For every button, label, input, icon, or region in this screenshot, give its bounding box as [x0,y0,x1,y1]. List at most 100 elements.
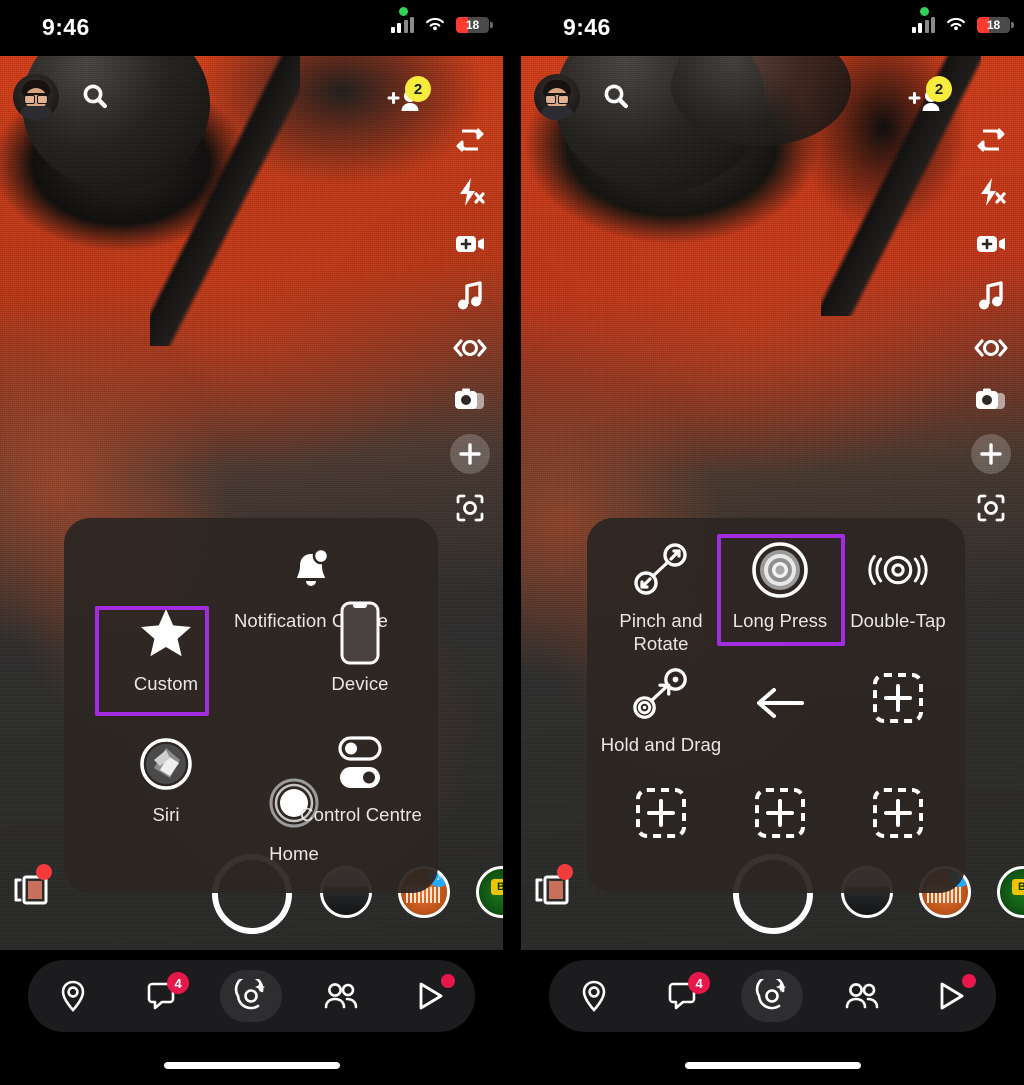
map-pin-icon [61,980,84,1012]
wifi-icon [426,17,444,31]
hold-drag-icon [631,664,691,724]
at-item-long-press[interactable]: Long Press [717,540,843,632]
lens-thumbnail-green[interactable]: B1 [997,866,1024,918]
snapchat-top-bar-right: 2 [521,72,1024,124]
avatar[interactable] [534,74,580,120]
cellular-signal-icon [911,16,935,33]
at-item-siri[interactable]: Siri [106,734,226,826]
status-bar-right: 9:46 18 [521,0,1024,56]
at-item-device[interactable]: Device [300,601,420,695]
bottom-nav-bar: 4 [28,960,475,1032]
at-item-empty-slot-1[interactable] [835,668,961,728]
battery-icon: 18 [977,16,1014,33]
bell-icon [281,540,341,600]
lens-thumbnail-green[interactable]: B1 [476,866,503,918]
at-label-long-press: Long Press [732,610,828,631]
camera-side-rail [437,122,503,526]
at-item-pinch-and-rotate[interactable]: Pinch and Rotate [597,540,725,655]
memories-badge [36,864,52,880]
at-label-home: Home [269,843,319,864]
pinch-rotate-icon [631,540,691,600]
music-icon[interactable] [452,278,488,314]
timer-loop-icon[interactable] [973,330,1009,366]
add-friend-badge: 2 [405,76,431,102]
at-item-empty-slot-2[interactable] [597,783,725,843]
recording-indicator-dot-right [920,7,929,16]
home-indicator [163,1062,340,1069]
camera-side-rail-right [958,122,1024,526]
flash-off-icon[interactable] [452,174,488,210]
double-tap-icon [868,540,928,600]
at-label-pinch-and-rotate: Pinch and Rotate [619,610,703,654]
at-item-custom[interactable]: Custom [106,603,226,695]
avatar[interactable] [13,74,59,120]
at-label-control-centre: Control Centre [300,804,422,825]
at-item-hold-and-drag[interactable]: Hold and Drag [597,664,725,756]
map-pin-icon [582,980,605,1012]
at-item-back[interactable] [717,673,843,742]
search-icon[interactable] [80,82,110,112]
at-label-hold-and-drag: Hold and Drag [600,734,722,755]
scan-icon[interactable] [452,490,488,526]
nav-spotlight-badge [962,974,977,988]
multi-snap-icon[interactable] [452,382,488,418]
camera-viewport-left[interactable]: 2 ♪ Notification Centre Custom Device Si… [0,56,503,950]
at-label-double-tap: Double-Tap [850,610,946,631]
night-video-icon[interactable] [452,226,488,262]
add-dashed-icon [868,668,928,728]
nav-chat[interactable]: 4 [652,970,714,1022]
assistive-touch-main-menu[interactable]: Notification Centre Custom Device Siri H… [64,518,438,893]
iphone-icon [330,601,390,665]
add-friend-badge: 2 [926,76,952,102]
night-video-icon[interactable] [973,226,1009,262]
add-lens-icon[interactable] [450,434,490,474]
bottom-nav-bar-right: 4 [549,960,996,1032]
battery-level-text: 18 [465,17,480,32]
memories-badge [557,864,573,880]
flip-camera-icon[interactable] [973,122,1009,158]
camera-viewport-right[interactable]: 2 Pinch and Rotate Long Press Double-Tap… [521,56,1024,950]
nav-stories[interactable] [831,970,893,1022]
add-dashed-icon [750,783,810,843]
scan-icon[interactable] [973,490,1009,526]
recording-indicator-dot [399,7,408,16]
search-icon[interactable] [601,82,631,112]
nav-spotlight[interactable] [399,970,461,1022]
at-item-empty-slot-4[interactable] [835,783,961,843]
wifi-icon [947,17,965,31]
screenshot-stage: 9:46 18 2 ♪ Notification Centre Custom D… [0,0,1024,1085]
toggle-switches-icon [331,734,391,794]
panel-divider [511,0,513,1085]
assistive-touch-custom-menu[interactable]: Pinch and Rotate Long Press Double-Tap H… [587,518,965,893]
timer-loop-icon[interactable] [452,330,488,366]
nav-camera[interactable] [741,970,804,1022]
bottom-nav-wrap-right: 4 [521,950,1024,1085]
at-label-custom: Custom [133,673,199,694]
friends-icon [324,983,358,1009]
nav-chat[interactable]: 4 [131,970,193,1022]
status-bar-left: 9:46 18 [0,0,503,56]
star-icon [136,603,196,663]
nav-stories[interactable] [310,970,372,1022]
nav-spotlight[interactable] [920,970,982,1022]
friends-icon [845,983,879,1009]
multi-snap-icon[interactable] [973,382,1009,418]
at-label-device: Device [331,673,389,694]
nav-camera[interactable] [220,970,283,1022]
at-label-siri: Siri [152,804,180,825]
camera-lens-star-icon [756,979,787,1010]
at-item-empty-slot-3[interactable] [717,783,843,843]
status-time: 9:46 [42,14,90,40]
nav-map[interactable] [563,970,625,1022]
snapchat-top-bar: 2 [0,72,503,124]
music-icon[interactable] [973,278,1009,314]
at-item-double-tap[interactable]: Double-Tap [835,540,961,632]
at-item-control-centre[interactable]: Control Centre [300,734,422,826]
add-lens-icon[interactable] [971,434,1011,474]
flash-off-icon[interactable] [973,174,1009,210]
flip-camera-icon[interactable] [452,122,488,158]
back-arrow-icon [750,673,810,733]
cellular-signal-icon [390,16,414,33]
battery-icon: 18 [456,16,493,33]
nav-map[interactable] [42,970,104,1022]
